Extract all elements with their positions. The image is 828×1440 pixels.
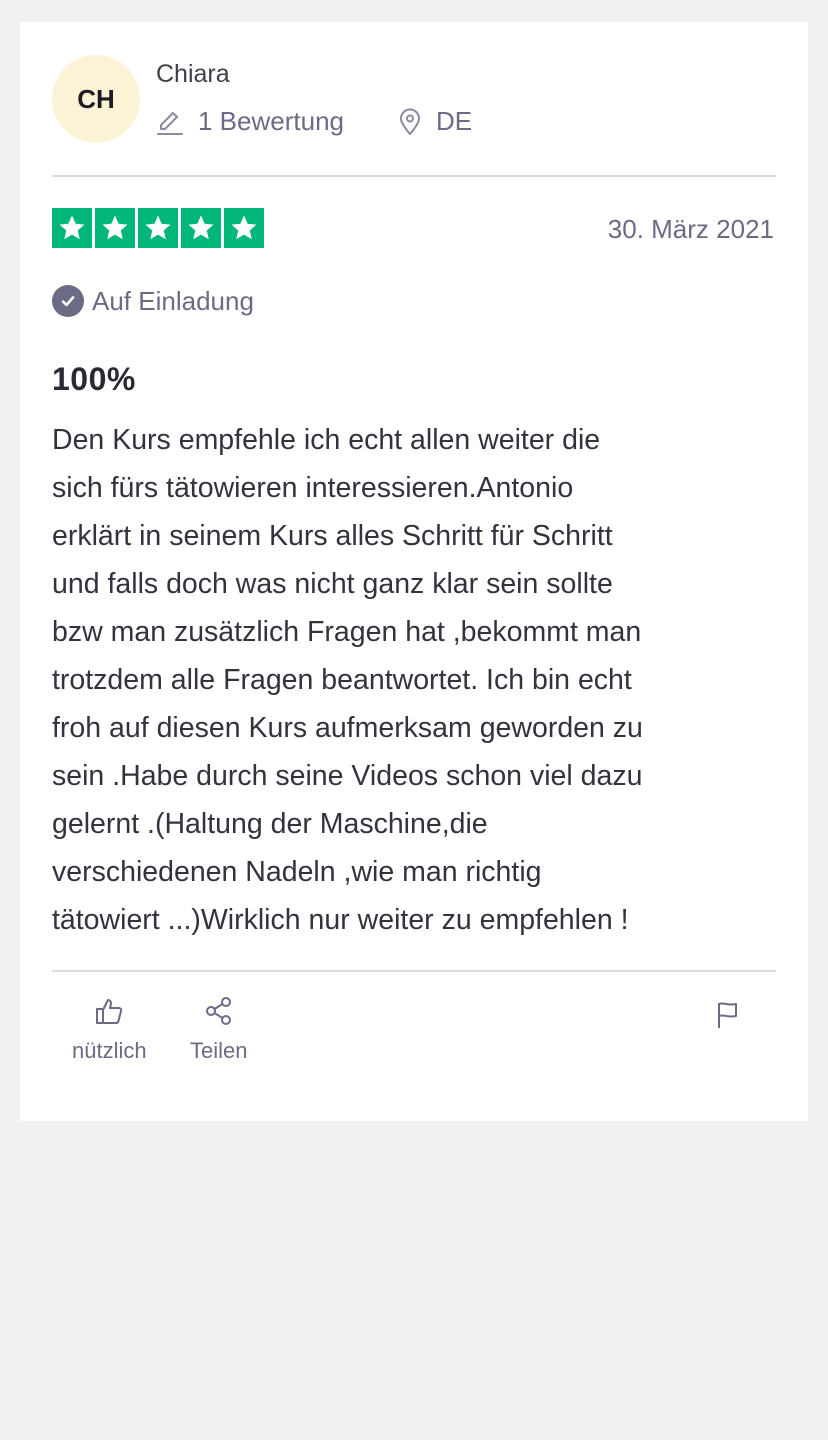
header-divider <box>52 175 776 177</box>
country-label: DE <box>436 106 473 136</box>
report-button[interactable] <box>714 1000 742 1035</box>
avatar[interactable]: CH <box>52 55 140 143</box>
review-date: 30. März 2021 <box>607 214 774 244</box>
reviewer-review-count: 1 Bewertung <box>156 106 344 137</box>
reviewer-country: DE <box>398 106 472 137</box>
avatar-initials: CH <box>77 83 115 114</box>
useful-label: nützlich <box>72 1038 147 1063</box>
review-card: CH Chiara 1 Bewertung DE 30. März 2021 A… <box>20 22 808 1121</box>
share-icon <box>205 997 231 1025</box>
review-text: Den Kurs empfehle ich echt allen weiter … <box>52 424 643 936</box>
pencil-icon <box>157 111 183 135</box>
star-rating <box>52 208 264 248</box>
star-icon <box>181 208 221 248</box>
thumbs-up-icon <box>96 999 123 1024</box>
location-pin-icon <box>399 108 421 135</box>
useful-button[interactable]: nützlich <box>72 996 147 1064</box>
review-source-text: Auf Einladung <box>92 285 254 316</box>
footer-divider <box>52 970 776 972</box>
review-count-label: 1 Bewertung <box>198 106 344 136</box>
review-source-label[interactable]: Auf Einladung <box>52 285 254 317</box>
flag-icon <box>718 1002 737 1028</box>
share-button[interactable]: Teilen <box>190 996 247 1064</box>
reviewer-name[interactable]: Chiara <box>156 60 230 89</box>
star-icon <box>224 208 264 248</box>
share-label: Teilen <box>190 1038 248 1063</box>
star-icon <box>138 208 178 248</box>
star-icon <box>52 208 92 248</box>
review-title: 100% <box>52 361 136 397</box>
check-badge-icon <box>52 285 84 317</box>
star-icon <box>95 208 135 248</box>
